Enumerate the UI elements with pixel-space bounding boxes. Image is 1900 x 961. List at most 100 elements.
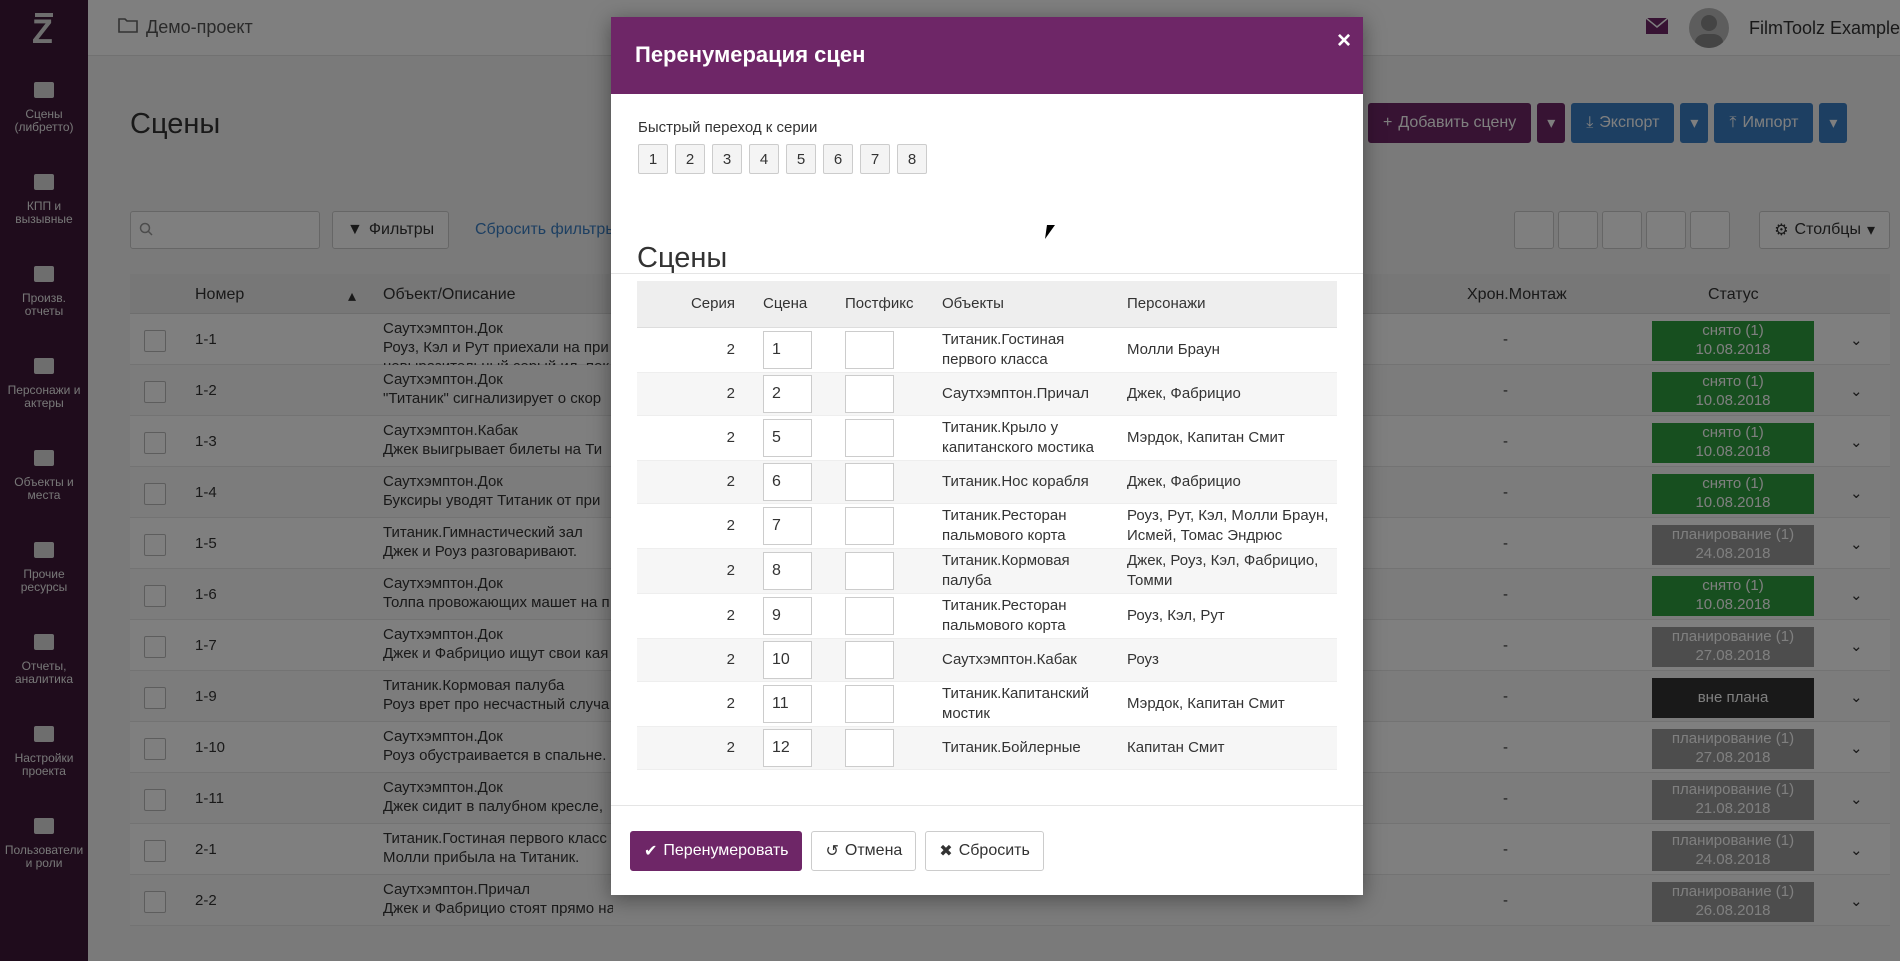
postfix-input[interactable] bbox=[845, 596, 894, 635]
undo-icon: ↺ bbox=[825, 843, 839, 860]
scene-number-input[interactable] bbox=[763, 728, 812, 767]
modal-title: Перенумерация сцен bbox=[635, 42, 866, 67]
scene-cell bbox=[755, 503, 837, 548]
scene-cell bbox=[755, 638, 837, 681]
scene-number-input[interactable] bbox=[763, 684, 812, 723]
quick-nav-label: Быстрый переход к серии bbox=[638, 119, 818, 136]
characters-cell: Роуз, Кэл, Рут bbox=[1127, 606, 1225, 624]
characters-cell: Роуз bbox=[1127, 650, 1159, 668]
series-cell: 2 bbox=[726, 694, 735, 712]
section-title: Сцены bbox=[637, 242, 728, 274]
postfix-input[interactable] bbox=[845, 551, 894, 590]
characters-cell: Капитан Смит bbox=[1127, 738, 1225, 756]
series-cell: 2 bbox=[726, 472, 735, 490]
postfix-cell bbox=[837, 372, 934, 415]
series-cell: 2 bbox=[726, 561, 735, 579]
characters-cell: Джек, Фабрицио bbox=[1127, 384, 1241, 402]
postfix-cell bbox=[837, 503, 934, 548]
renumber-label: Перенумеровать bbox=[663, 842, 789, 859]
postfix-cell bbox=[837, 327, 934, 372]
postfix-input[interactable] bbox=[845, 374, 894, 413]
scene-number-input[interactable] bbox=[763, 462, 812, 501]
close-icon[interactable]: × bbox=[1337, 27, 1351, 55]
table-row: 2 Титаник.Кормовая палуба Джек, Роуз, Кэл,… bbox=[637, 548, 1337, 593]
postfix-input[interactable] bbox=[845, 506, 894, 545]
postfix-input[interactable] bbox=[845, 330, 894, 369]
postfix-cell bbox=[837, 548, 934, 593]
table-row: 2 Титаник.Крыло у капитанского мостика Мэр… bbox=[637, 415, 1337, 460]
check-icon: ✔ bbox=[644, 843, 658, 860]
objects-cell: Титаник.Крыло у капитанского мостика bbox=[942, 418, 1094, 456]
series-cell: 2 bbox=[726, 516, 735, 534]
postfix-input[interactable] bbox=[845, 418, 894, 457]
postfix-cell bbox=[837, 593, 934, 638]
postfix-input[interactable] bbox=[845, 684, 894, 723]
objects-cell: Титаник.Нос корабля bbox=[942, 472, 1089, 490]
objects-cell: Титаник.Ресторан пальмового корта bbox=[942, 596, 1067, 634]
postfix-cell bbox=[837, 460, 934, 503]
series-cell: 2 bbox=[726, 340, 735, 358]
cancel-button[interactable]: ↺ Отмена bbox=[811, 831, 917, 871]
scene-cell bbox=[755, 372, 837, 415]
characters-cell: Джек, Роуз, Кэл, Фабрицио, Томми bbox=[1127, 551, 1319, 589]
table-row: 2 Титаник.Бойлерные Капитан Смит bbox=[637, 726, 1337, 769]
scene-cell bbox=[755, 593, 837, 638]
characters-cell: Мэрдок, Капитан Смит bbox=[1127, 428, 1285, 446]
characters-cell: Молли Браун bbox=[1127, 340, 1220, 358]
renumber-button[interactable]: ✔ Перенумеровать bbox=[630, 831, 803, 871]
table-row: 2 Саутхэмптон.Причал Джек, Фабрицио bbox=[637, 372, 1337, 415]
series-button-1[interactable]: 1 bbox=[638, 144, 668, 174]
modal-footer: ✔ Перенумеровать ↺ Отмена ✖ Сбросить bbox=[611, 805, 1363, 895]
series-button-2[interactable]: 2 bbox=[675, 144, 705, 174]
scene-number-input[interactable] bbox=[763, 551, 812, 590]
table-row: 2 Саутхэмптон.Кабак Роуз bbox=[637, 638, 1337, 681]
postfix-input[interactable] bbox=[845, 728, 894, 767]
close-icon: ✖ bbox=[939, 843, 953, 860]
postfix-cell bbox=[837, 726, 934, 769]
col-series: Серия bbox=[637, 281, 755, 328]
objects-cell: Титаник.Ресторан пальмового корта bbox=[942, 506, 1067, 544]
series-button-5[interactable]: 5 bbox=[786, 144, 816, 174]
postfix-input[interactable] bbox=[845, 640, 894, 679]
characters-cell: Джек, Фабрицио bbox=[1127, 472, 1241, 490]
scene-cell bbox=[755, 681, 837, 726]
objects-cell: Саутхэмптон.Причал bbox=[942, 384, 1090, 402]
cancel-label: Отмена bbox=[844, 842, 903, 859]
table-row: 2 Титаник.Гостиная первого класса Молли Бр… bbox=[637, 327, 1337, 372]
scene-number-input[interactable] bbox=[763, 330, 812, 369]
objects-cell: Титаник.Кормовая палуба bbox=[942, 551, 1070, 589]
reset-button[interactable]: ✖ Сбросить bbox=[925, 831, 1044, 871]
scene-number-input[interactable] bbox=[763, 374, 812, 413]
series-button-8[interactable]: 8 bbox=[897, 144, 927, 174]
postfix-cell bbox=[837, 415, 934, 460]
characters-cell: Мэрдок, Капитан Смит bbox=[1127, 694, 1285, 712]
scene-cell bbox=[755, 726, 837, 769]
series-button-6[interactable]: 6 bbox=[823, 144, 853, 174]
modal-header: Перенумерация сцен × bbox=[611, 17, 1363, 94]
renumber-modal: Перенумерация сцен × Быстрый переход к с… bbox=[611, 17, 1363, 895]
series-cell: 2 bbox=[726, 384, 735, 402]
scene-number-input[interactable] bbox=[763, 640, 812, 679]
objects-cell: Титаник.Гостиная первого класса bbox=[942, 330, 1065, 368]
renumber-table: Серия Сцена Постфикс Объекты Персонажи 2… bbox=[637, 281, 1337, 770]
postfix-cell bbox=[837, 638, 934, 681]
scene-cell bbox=[755, 548, 837, 593]
series-button-3[interactable]: 3 bbox=[712, 144, 742, 174]
scene-number-input[interactable] bbox=[763, 596, 812, 635]
series-cell: 2 bbox=[726, 738, 735, 756]
postfix-input[interactable] bbox=[845, 462, 894, 501]
scene-number-input[interactable] bbox=[763, 418, 812, 457]
col-objects: Объекты bbox=[934, 281, 1119, 328]
postfix-cell bbox=[837, 681, 934, 726]
series-button-7[interactable]: 7 bbox=[860, 144, 890, 174]
series-cell: 2 bbox=[726, 650, 735, 668]
col-characters: Персонажи bbox=[1119, 281, 1337, 328]
series-button-4[interactable]: 4 bbox=[749, 144, 779, 174]
col-scene: Сцена bbox=[755, 281, 837, 328]
objects-cell: Титаник.Бойлерные bbox=[942, 738, 1081, 756]
table-row: 2 Титаник.Капитанский мостик Мэрдок, Капит… bbox=[637, 681, 1337, 726]
table-row: 2 Титаник.Нос корабля Джек, Фабрицио bbox=[637, 460, 1337, 503]
series-cell: 2 bbox=[726, 606, 735, 624]
scene-number-input[interactable] bbox=[763, 506, 812, 545]
scene-cell bbox=[755, 327, 837, 372]
